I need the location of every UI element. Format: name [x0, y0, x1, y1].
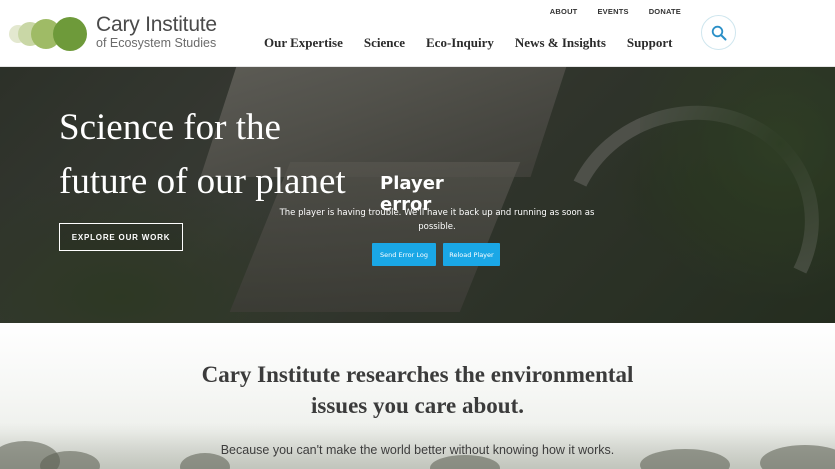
hero-headline-line1: Science for the — [59, 107, 281, 148]
logo-subtitle: of Ecosystem Studies — [96, 36, 217, 50]
send-error-log-button[interactable]: Send Error Log — [372, 243, 436, 266]
explore-our-work-button[interactable]: EXPLORE OUR WORK — [59, 223, 183, 251]
site-header: Cary Institute of Ecosystem Studies ABOU… — [0, 0, 835, 67]
logo-circles-icon — [9, 17, 87, 51]
intro-section: Cary Institute researches the environmen… — [0, 323, 835, 469]
reload-player-button[interactable]: Reload Player — [443, 243, 500, 266]
nav-item-eco-inquiry[interactable]: Eco-Inquiry — [426, 35, 494, 51]
logo-title: Cary Institute — [96, 13, 217, 36]
search-button[interactable] — [701, 15, 736, 50]
logo-text: Cary Institute of Ecosystem Studies — [96, 14, 217, 51]
nav-item-our-expertise[interactable]: Our Expertise — [264, 35, 343, 51]
player-error-message: The player is having trouble. We'll have… — [279, 208, 595, 232]
main-nav: Our Expertise Science Eco-Inquiry News &… — [264, 35, 672, 51]
logo-link[interactable]: Cary Institute of Ecosystem Studies — [8, 12, 223, 56]
utility-nav: ABOUT EVENTS DONATE — [550, 7, 681, 16]
player-error-actions: Send Error Log Reload Player — [372, 243, 500, 266]
search-icon — [711, 25, 726, 40]
intro-subheading: Because you can't make the world better … — [220, 443, 615, 457]
utility-link-events[interactable]: EVENTS — [597, 7, 628, 16]
nav-item-news-insights[interactable]: News & Insights — [515, 35, 606, 51]
intro-heading-line1: Cary Institute researches the environmen… — [201, 362, 634, 387]
intro-heading-line2: issues you care about. — [311, 393, 524, 418]
utility-link-about[interactable]: ABOUT — [550, 7, 578, 16]
hero-video[interactable]: Science for the future of our planet EXP… — [0, 67, 835, 323]
nav-item-support[interactable]: Support — [627, 35, 673, 51]
utility-link-donate[interactable]: DONATE — [649, 7, 681, 16]
nav-item-science[interactable]: Science — [364, 35, 405, 51]
intro-heading: Cary Institute researches the environmen… — [0, 359, 835, 421]
